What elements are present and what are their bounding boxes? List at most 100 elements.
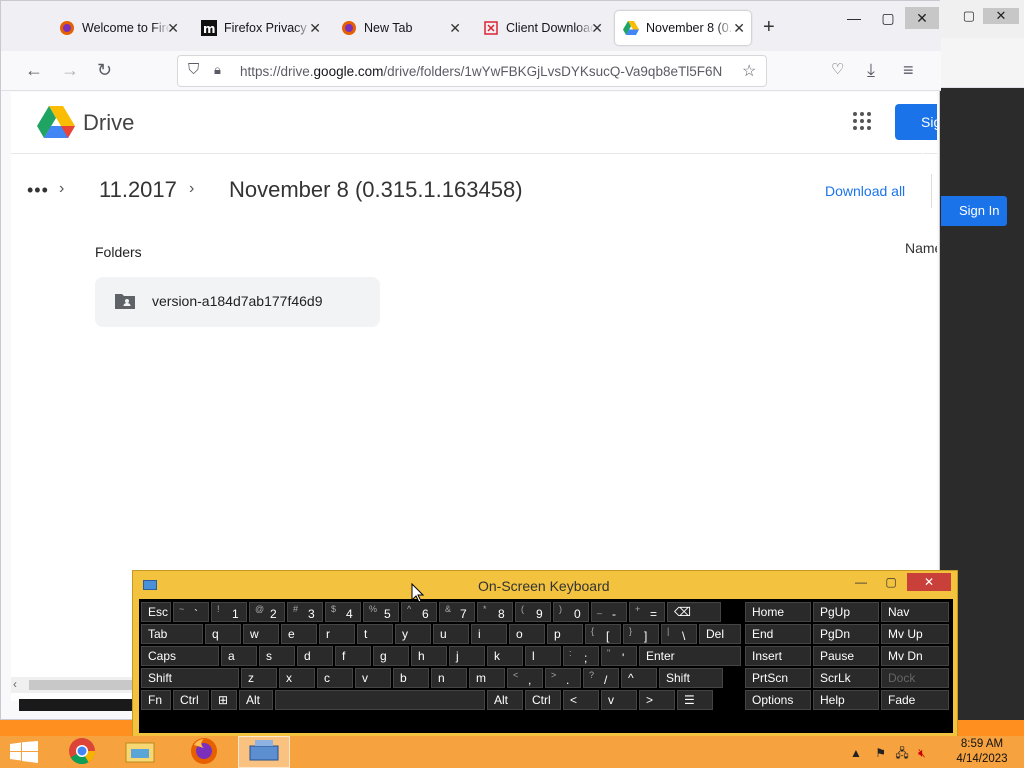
osk-key[interactable]: w	[243, 624, 279, 644]
tab-privacy[interactable]: m Firefox Privacy Notice ✕	[193, 11, 327, 45]
sign-in-button[interactable]: Sign in	[895, 104, 937, 166]
minimize-icon[interactable]: —	[847, 573, 875, 591]
osk-nav-key[interactable]: Nav	[881, 602, 949, 622]
maximize-icon[interactable]: ▢	[877, 573, 905, 591]
minimize-icon[interactable]: —	[837, 7, 871, 29]
osk-nav-key[interactable]: Insert	[745, 646, 811, 666]
hamburger-menu-icon[interactable]: ≡	[903, 60, 914, 81]
osk-nav-key[interactable]: Mv Up	[881, 624, 949, 644]
osk-nav-key[interactable]: Fade	[881, 690, 949, 710]
osk-key[interactable]: ) 0	[553, 602, 589, 622]
osk-key[interactable]: Ctrl	[525, 690, 561, 710]
tab-welcome[interactable]: Welcome to Firefox ✕	[51, 11, 185, 45]
lock-icon[interactable]: 🔒︎	[214, 62, 221, 78]
osk-key[interactable]: <,	[507, 668, 543, 688]
osk-nav-key[interactable]: Help	[813, 690, 879, 710]
osk-key[interactable]: Shift	[141, 668, 239, 688]
osk-key[interactable]: >	[639, 690, 675, 710]
firefox-taskbar-app[interactable]	[178, 736, 230, 768]
osk-key[interactable]: p	[547, 624, 583, 644]
osk-key[interactable]: m	[469, 668, 505, 688]
osk-key[interactable]: ! 1	[211, 602, 247, 622]
osk-key[interactable]: #3	[287, 602, 323, 622]
osk-key[interactable]: z	[241, 668, 277, 688]
osk-nav-key[interactable]: PrtScn	[745, 668, 811, 688]
osk-key[interactable]: :;	[563, 646, 599, 666]
osk-key[interactable]: {[	[585, 624, 621, 644]
downloads-icon[interactable]: ⤓	[867, 60, 875, 81]
osk-key[interactable]: n	[431, 668, 467, 688]
osk-key[interactable]: $4	[325, 602, 361, 622]
scroll-left-icon[interactable]: ‹	[13, 677, 17, 691]
osk-key[interactable]: Alt	[239, 690, 273, 710]
osk-key[interactable]: a	[221, 646, 257, 666]
osk-nav-key[interactable]: Options	[745, 690, 811, 710]
drive-title[interactable]: Drive	[83, 110, 134, 136]
more-breadcrumbs-icon[interactable]: •••	[27, 180, 49, 201]
osk-key[interactable]: s	[259, 646, 295, 666]
osk-key[interactable]: q	[205, 624, 241, 644]
osk-nav-key[interactable]: Pause	[813, 646, 879, 666]
osk-key[interactable]	[275, 690, 485, 710]
osk-key[interactable]: >.	[545, 668, 581, 688]
on-screen-keyboard-taskbar-app[interactable]	[238, 736, 290, 768]
osk-key[interactable]: e	[281, 624, 317, 644]
osk-key[interactable]: x	[279, 668, 315, 688]
osk-key[interactable]: Esc	[141, 602, 171, 622]
osk-key[interactable]: (9	[515, 602, 551, 622]
osk-key[interactable]: Ctrl	[173, 690, 209, 710]
tab-november-8[interactable]: November 8 (0.315.1.163458) ✕	[615, 11, 751, 45]
reload-icon[interactable]: ↻	[97, 60, 112, 81]
osk-key[interactable]: Fn	[141, 690, 171, 710]
chrome-taskbar-app[interactable]	[56, 736, 108, 768]
osk-key[interactable]: " '	[601, 646, 637, 666]
osk-key[interactable]: o	[509, 624, 545, 644]
osk-key[interactable]: ⊞	[211, 690, 237, 710]
url-bar[interactable]: ⛉ 🔒︎ https://drive.google.com/drive/fold…	[177, 55, 767, 87]
name-column-header[interactable]: Name	[905, 240, 937, 256]
osk-key[interactable]: | \	[661, 624, 697, 644]
osk-titlebar[interactable]: On-Screen Keyboard — ▢ ✕	[133, 571, 957, 599]
background-sign-in-button[interactable]: Sign In	[941, 196, 1007, 226]
osk-key[interactable]: ☰	[677, 690, 713, 710]
osk-key[interactable]: d	[297, 646, 333, 666]
osk-key[interactable]: u	[433, 624, 469, 644]
osk-key[interactable]: & 7	[439, 602, 475, 622]
osk-key[interactable]: Alt	[487, 690, 523, 710]
google-drive-logo-icon[interactable]	[37, 106, 75, 141]
osk-nav-key[interactable]: End	[745, 624, 811, 644]
download-all-button[interactable]: Download all	[825, 183, 905, 199]
osk-key[interactable]: Del	[699, 624, 741, 644]
osk-nav-key[interactable]: ScrLk	[813, 668, 879, 688]
osk-nav-key[interactable]: Mv Dn	[881, 646, 949, 666]
close-icon[interactable]: ✕	[905, 7, 939, 29]
windows-start-icon[interactable]	[10, 741, 38, 766]
volume-muted-icon[interactable]: 🔇︎	[918, 746, 926, 760]
tab-new-tab[interactable]: New Tab ✕	[333, 11, 467, 45]
network-icon[interactable]: 🖧︎	[895, 746, 908, 760]
osk-key[interactable]: l	[525, 646, 561, 666]
osk-key[interactable]: Tab	[141, 624, 203, 644]
restore-icon[interactable]: ▢	[963, 8, 975, 24]
osk-key[interactable]: Enter	[639, 646, 741, 666]
tracking-shield-icon[interactable]: ⛉	[188, 61, 199, 78]
osk-key[interactable]: + =	[629, 602, 665, 622]
close-tab-icon[interactable]: ✕	[591, 20, 603, 37]
osk-key[interactable]: % 5	[363, 602, 399, 622]
osk-key[interactable]: h	[411, 646, 447, 666]
show-hidden-icons-icon[interactable]: ▲	[850, 746, 862, 760]
osk-key[interactable]: ⌫	[667, 602, 721, 622]
osk-key[interactable]: <	[563, 690, 599, 710]
close-tab-icon[interactable]: ✕	[167, 20, 179, 37]
google-apps-icon[interactable]	[853, 112, 871, 130]
osk-nav-key[interactable]: PgDn	[813, 624, 879, 644]
osk-key[interactable]: v	[601, 690, 637, 710]
close-tab-icon[interactable]: ✕	[449, 20, 461, 37]
osk-key[interactable]: ? /	[583, 668, 619, 688]
osk-key[interactable]: * 8	[477, 602, 513, 622]
osk-key[interactable]: ~ `	[173, 602, 209, 622]
osk-key[interactable]: v	[355, 668, 391, 688]
osk-nav-key[interactable]: Home	[745, 602, 811, 622]
osk-nav-key[interactable]: PgUp	[813, 602, 879, 622]
osk-key[interactable]: r	[319, 624, 355, 644]
